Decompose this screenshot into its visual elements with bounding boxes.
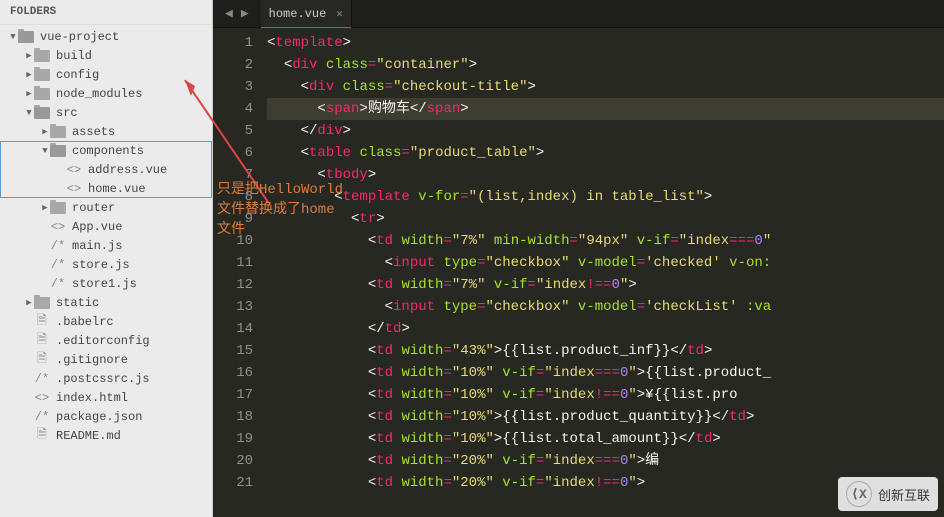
node-label: package.json <box>56 410 142 424</box>
folder-sidebar: FOLDERS ▼ vue-project ▶ build ▶ config ▶ node_m… <box>0 0 213 517</box>
node-label: .postcssrc.js <box>56 372 150 386</box>
tree-node[interactable]: <> home.vue <box>0 179 212 198</box>
tree-node[interactable]: /* store.js <box>0 255 212 274</box>
tree-node[interactable]: /* package.json <box>0 407 212 426</box>
js-file-icon: /* <box>50 277 66 291</box>
code-content[interactable]: <template> <div class="container"> <div … <box>267 28 944 517</box>
tree-node[interactable]: <> index.html <box>0 388 212 407</box>
expand-arrow-icon[interactable]: ▼ <box>24 108 34 118</box>
node-label: src <box>56 106 78 120</box>
tab-bar: ◀ ▶ home.vue ✕ <box>213 0 944 28</box>
tree-node[interactable]: ▶ static <box>0 293 212 312</box>
tree-node[interactable]: ▼ components <box>0 141 212 160</box>
close-icon[interactable]: ✕ <box>336 7 343 21</box>
tree-node[interactable]: <> App.vue <box>0 217 212 236</box>
editor-pane: ◀ ▶ home.vue ✕ 1234567891011121314151617… <box>213 0 944 517</box>
node-label: .gitignore <box>56 353 128 367</box>
node-label: .babelrc <box>56 315 114 329</box>
expand-arrow-icon[interactable]: ▼ <box>40 146 50 156</box>
code-file-icon: <> <box>34 391 50 405</box>
node-label: main.js <box>72 239 122 253</box>
tree-node[interactable]: /* store1.js <box>0 274 212 293</box>
expand-arrow-icon[interactable]: ▶ <box>40 203 50 213</box>
tree-node[interactable]: ▶ router <box>0 198 212 217</box>
expand-arrow-icon[interactable]: ▶ <box>24 89 34 99</box>
folder-icon <box>18 31 34 43</box>
tree-node[interactable]: 🗎 README.md <box>0 426 212 445</box>
file-tree[interactable]: ▼ vue-project ▶ build ▶ config ▶ node_modules ▼ s… <box>0 25 212 517</box>
code-file-icon: <> <box>66 163 82 177</box>
tree-node[interactable]: 🗎 .editorconfig <box>0 331 212 350</box>
node-label: router <box>72 201 115 215</box>
node-label: components <box>72 144 144 158</box>
folder-icon <box>34 69 50 81</box>
folder-icon <box>50 145 66 157</box>
node-label: node_modules <box>56 87 142 101</box>
nav-forward-icon[interactable]: ▶ <box>237 6 253 21</box>
node-label: build <box>56 49 92 63</box>
code-file-icon: <> <box>66 182 82 196</box>
tree-node[interactable]: ▼ vue-project <box>0 27 212 46</box>
folder-icon <box>34 50 50 62</box>
line-gutter: 123456789101112131415161718192021 <box>213 28 267 517</box>
node-label: App.vue <box>72 220 122 234</box>
expand-arrow-icon[interactable]: ▶ <box>24 70 34 80</box>
js-file-icon: /* <box>34 410 50 424</box>
tree-node[interactable]: ▶ config <box>0 65 212 84</box>
node-label: home.vue <box>88 182 146 196</box>
node-label: vue-project <box>40 30 119 44</box>
folder-icon <box>34 88 50 100</box>
nav-back-icon[interactable]: ◀ <box>221 6 237 21</box>
folder-icon <box>50 126 66 138</box>
node-label: README.md <box>56 429 121 443</box>
expand-arrow-icon[interactable]: ▶ <box>40 127 50 137</box>
expand-arrow-icon[interactable]: ▶ <box>24 51 34 61</box>
code-file-icon: <> <box>50 220 66 234</box>
js-file-icon: /* <box>34 372 50 386</box>
code-editor[interactable]: 123456789101112131415161718192021 <templ… <box>213 28 944 517</box>
node-label: .editorconfig <box>56 334 150 348</box>
watermark-logo: ⟨X 创新互联 <box>838 477 938 511</box>
file-icon: 🗎 <box>34 425 50 446</box>
folder-icon <box>34 107 50 119</box>
node-label: assets <box>72 125 115 139</box>
folder-icon <box>50 202 66 214</box>
node-label: config <box>56 68 99 82</box>
tree-node[interactable]: ▶ assets <box>0 122 212 141</box>
expand-arrow-icon[interactable]: ▶ <box>24 298 34 308</box>
tree-node[interactable]: /* main.js <box>0 236 212 255</box>
tree-node[interactable]: ▶ node_modules <box>0 84 212 103</box>
tree-node[interactable]: /* .postcssrc.js <box>0 369 212 388</box>
node-label: store.js <box>72 258 130 272</box>
node-label: static <box>56 296 99 310</box>
sidebar-title: FOLDERS <box>0 0 212 25</box>
expand-arrow-icon[interactable]: ▼ <box>8 32 18 42</box>
tree-node[interactable]: ▼ src <box>0 103 212 122</box>
tree-node[interactable]: 🗎 .babelrc <box>0 312 212 331</box>
file-icon: 🗎 <box>34 330 50 351</box>
node-label: store1.js <box>72 277 137 291</box>
tab-label: home.vue <box>269 7 327 21</box>
tree-node[interactable]: 🗎 .gitignore <box>0 350 212 369</box>
tree-node[interactable]: <> address.vue <box>0 160 212 179</box>
js-file-icon: /* <box>50 239 66 253</box>
file-icon: 🗎 <box>34 311 50 332</box>
node-label: index.html <box>56 391 128 405</box>
folder-icon <box>34 297 50 309</box>
tree-node[interactable]: ▶ build <box>0 46 212 65</box>
js-file-icon: /* <box>50 258 66 272</box>
tab-home-vue[interactable]: home.vue ✕ <box>261 0 352 28</box>
file-icon: 🗎 <box>34 349 50 370</box>
node-label: address.vue <box>88 163 167 177</box>
